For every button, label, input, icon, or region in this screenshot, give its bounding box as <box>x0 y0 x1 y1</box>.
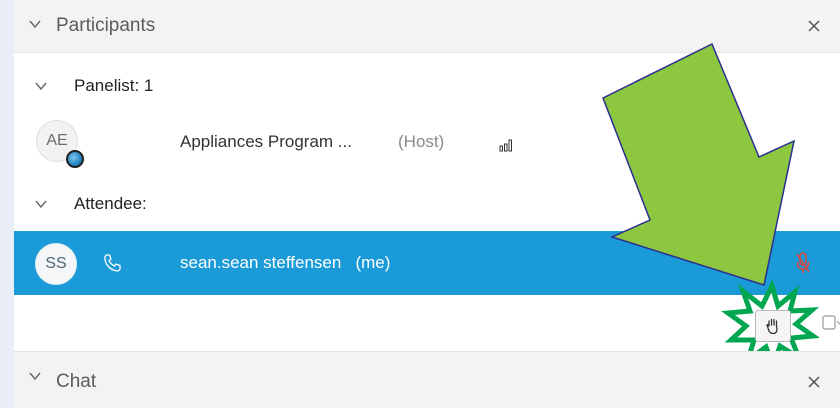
chevron-down-icon[interactable] <box>34 197 48 211</box>
participant-role: (Host) <box>398 132 445 151</box>
chevron-down-icon[interactable] <box>28 17 42 31</box>
raise-hand-icon <box>766 318 778 335</box>
presence-status-icon <box>66 150 84 168</box>
panelist-group-label: Panelist: 1 <box>74 76 154 95</box>
participant-name: Appliances Program ... <box>180 132 352 151</box>
chevron-down-icon[interactable] <box>28 369 42 383</box>
close-icon[interactable] <box>806 18 822 34</box>
chevron-down-icon[interactable] <box>34 79 48 93</box>
participants-panel: Participants Panelist: 1 AE Appliances P… <box>14 0 840 408</box>
avatar: SS <box>35 243 77 285</box>
participant-name: sean.sean steffensen (me) <box>180 253 391 272</box>
attendee-group-label: Attendee: <box>74 194 147 213</box>
chat-title: Chat <box>56 371 97 392</box>
chat-header[interactable]: Chat <box>14 351 840 408</box>
self-indicator: (me) <box>355 253 391 272</box>
participants-title: Participants <box>56 15 156 36</box>
phone-icon <box>104 254 121 272</box>
arrow-annotation <box>602 42 796 286</box>
close-icon[interactable] <box>806 374 822 390</box>
raise-hand-button[interactable] <box>755 310 791 342</box>
signal-strength-icon <box>499 139 512 152</box>
more-options-icon[interactable] <box>822 313 840 333</box>
